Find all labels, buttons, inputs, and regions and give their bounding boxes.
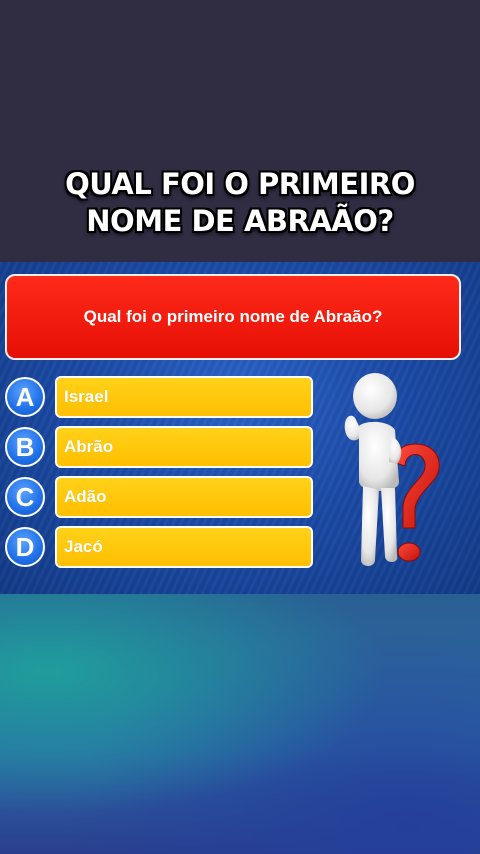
caption-line-1: QUAL FOI O PRIMEIRO (65, 167, 415, 201)
video-caption: QUAL FOI O PRIMEIRO NOME DE ABRAÃO? (0, 166, 480, 240)
option-letter: A (5, 377, 45, 417)
caption-line-2: NOME DE ABRAÃO? (86, 204, 394, 238)
quiz-panel: Qual foi o primeiro nome de Abraão? A Is… (0, 262, 480, 594)
option-a[interactable]: A Israel (5, 376, 315, 418)
option-letter: D (5, 527, 45, 567)
option-d[interactable]: D Jacó (5, 526, 315, 568)
answer-button-a[interactable]: Israel (55, 376, 313, 418)
option-letter: C (5, 477, 45, 517)
option-b[interactable]: B Abrão (5, 426, 315, 468)
answer-button-b[interactable]: Abrão (55, 426, 313, 468)
answer-button-c[interactable]: Adão (55, 476, 313, 518)
question-mark-icon (392, 443, 440, 562)
option-letter: B (5, 427, 45, 467)
answer-button-d[interactable]: Jacó (55, 526, 313, 568)
option-c[interactable]: C Adão (5, 476, 315, 518)
bottom-background (0, 594, 480, 854)
thinking-person-icon (344, 373, 440, 566)
